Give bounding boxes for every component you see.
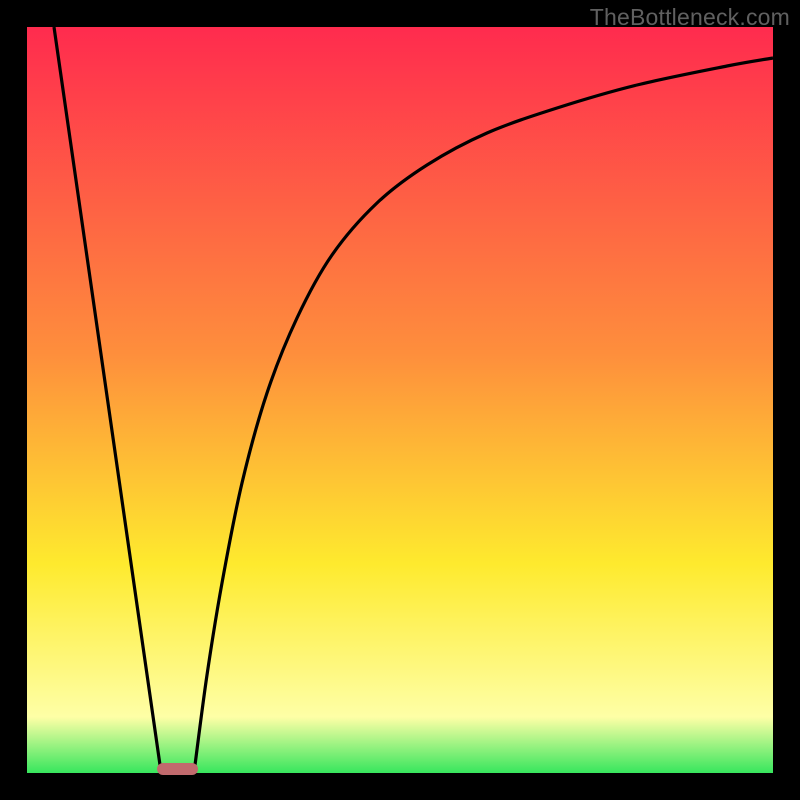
curve-path <box>54 27 773 765</box>
chart-frame: TheBottleneck.com <box>0 0 800 800</box>
bottleneck-curve <box>27 27 773 773</box>
plot-area <box>27 27 773 773</box>
optimal-range-marker <box>157 763 198 775</box>
watermark-text: TheBottleneck.com <box>590 4 790 31</box>
